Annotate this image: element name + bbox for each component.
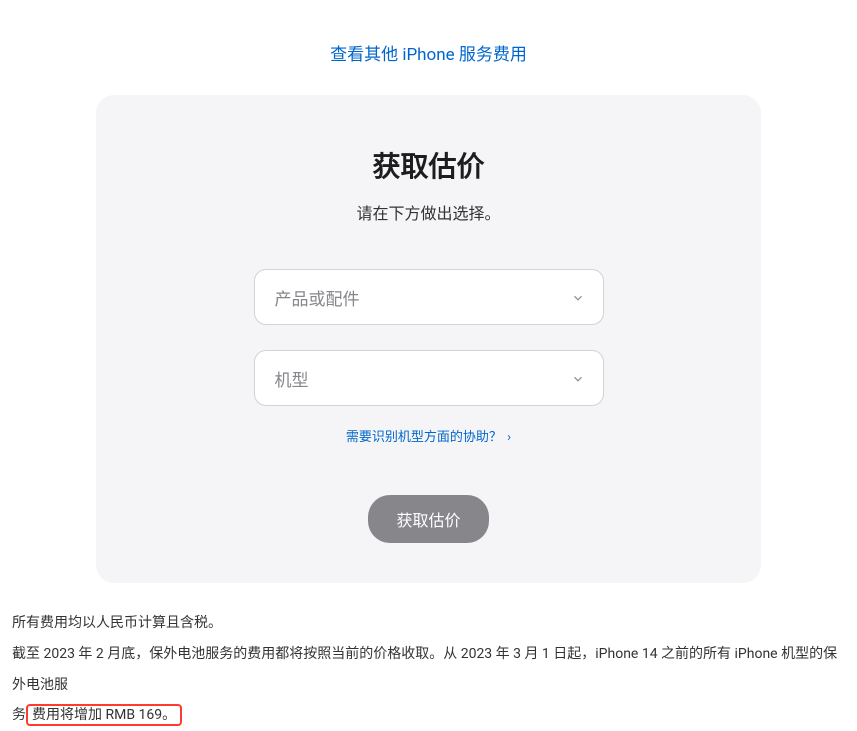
chevron-down-icon — [571, 371, 585, 385]
estimate-card: 获取估价 请在下方做出选择。 产品或配件 机型 需要识别机型方面的协助？ › — [96, 95, 761, 583]
disclaimer-text-a: 截至 2023 年 2 月底，保外电池服务的费用都将按照当前的价格收取。从 20… — [12, 646, 837, 693]
model-select[interactable]: 机型 — [254, 350, 604, 406]
disclaimer-line-2: 截至 2023 年 2 月底，保外电池服务的费用都将按照当前的价格收取。从 20… — [12, 639, 845, 731]
disclaimer-section: 所有费用均以人民币计算且含税。 截至 2023 年 2 月底，保外电池服务的费用… — [0, 583, 857, 731]
chevron-down-icon — [571, 290, 585, 304]
identify-model-help-link[interactable]: 需要识别机型方面的协助？ › — [346, 430, 511, 445]
model-select-placeholder: 机型 — [275, 366, 309, 391]
model-select-wrap: 机型 — [254, 350, 604, 406]
product-select[interactable]: 产品或配件 — [254, 269, 604, 325]
help-link-wrap: 需要识别机型方面的协助？ › — [136, 426, 721, 445]
view-other-services-link[interactable]: 查看其他 iPhone 服务费用 — [330, 45, 527, 65]
disclaimer-text-b-prefix: 务 — [12, 707, 26, 723]
chevron-right-icon: › — [507, 430, 511, 445]
help-link-label: 需要识别机型方面的协助？ — [346, 430, 502, 445]
get-estimate-button[interactable]: 获取估价 — [368, 495, 488, 543]
card-subtitle: 请在下方做出选择。 — [136, 200, 721, 224]
product-select-placeholder: 产品或配件 — [275, 285, 360, 310]
price-increase-highlight: 费用将增加 RMB 169。 — [26, 704, 182, 726]
top-link-wrap: 查看其他 iPhone 服务费用 — [0, 0, 857, 95]
card-title: 获取估价 — [136, 145, 721, 185]
disclaimer-line-1: 所有费用均以人民币计算且含税。 — [12, 608, 845, 639]
product-select-wrap: 产品或配件 — [254, 269, 604, 325]
